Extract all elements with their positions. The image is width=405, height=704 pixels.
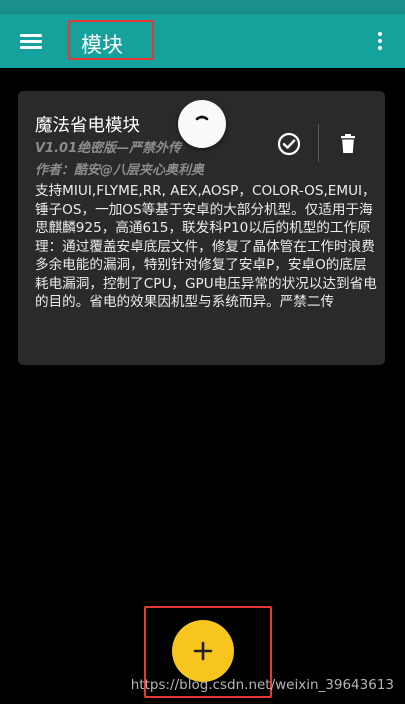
module-name: 魔法省电模块: [35, 116, 140, 136]
page-title: 模块: [81, 33, 123, 57]
enable-check-icon[interactable]: [277, 132, 301, 156]
add-module-button[interactable]: [172, 620, 234, 682]
module-version: V1.01绝密版—严禁外传: [35, 141, 182, 156]
more-options-icon[interactable]: [377, 30, 383, 52]
delete-icon[interactable]: [336, 132, 360, 156]
status-bar: [0, 0, 405, 14]
app-bar: 模块: [0, 14, 405, 68]
module-description: 支持MIUI,FLYME,RR, AEX,AOSP，COLOR-OS,EMUI，…: [35, 183, 377, 310]
watermark: https://blog.csdn.net/weixin_39643613: [130, 677, 394, 693]
plus-icon: [193, 641, 213, 661]
menu-icon[interactable]: [20, 32, 42, 50]
action-divider: [318, 124, 319, 162]
module-author: 作者：酷安@八层夹心奥利奥: [35, 163, 205, 178]
loading-indicator: [178, 100, 226, 148]
